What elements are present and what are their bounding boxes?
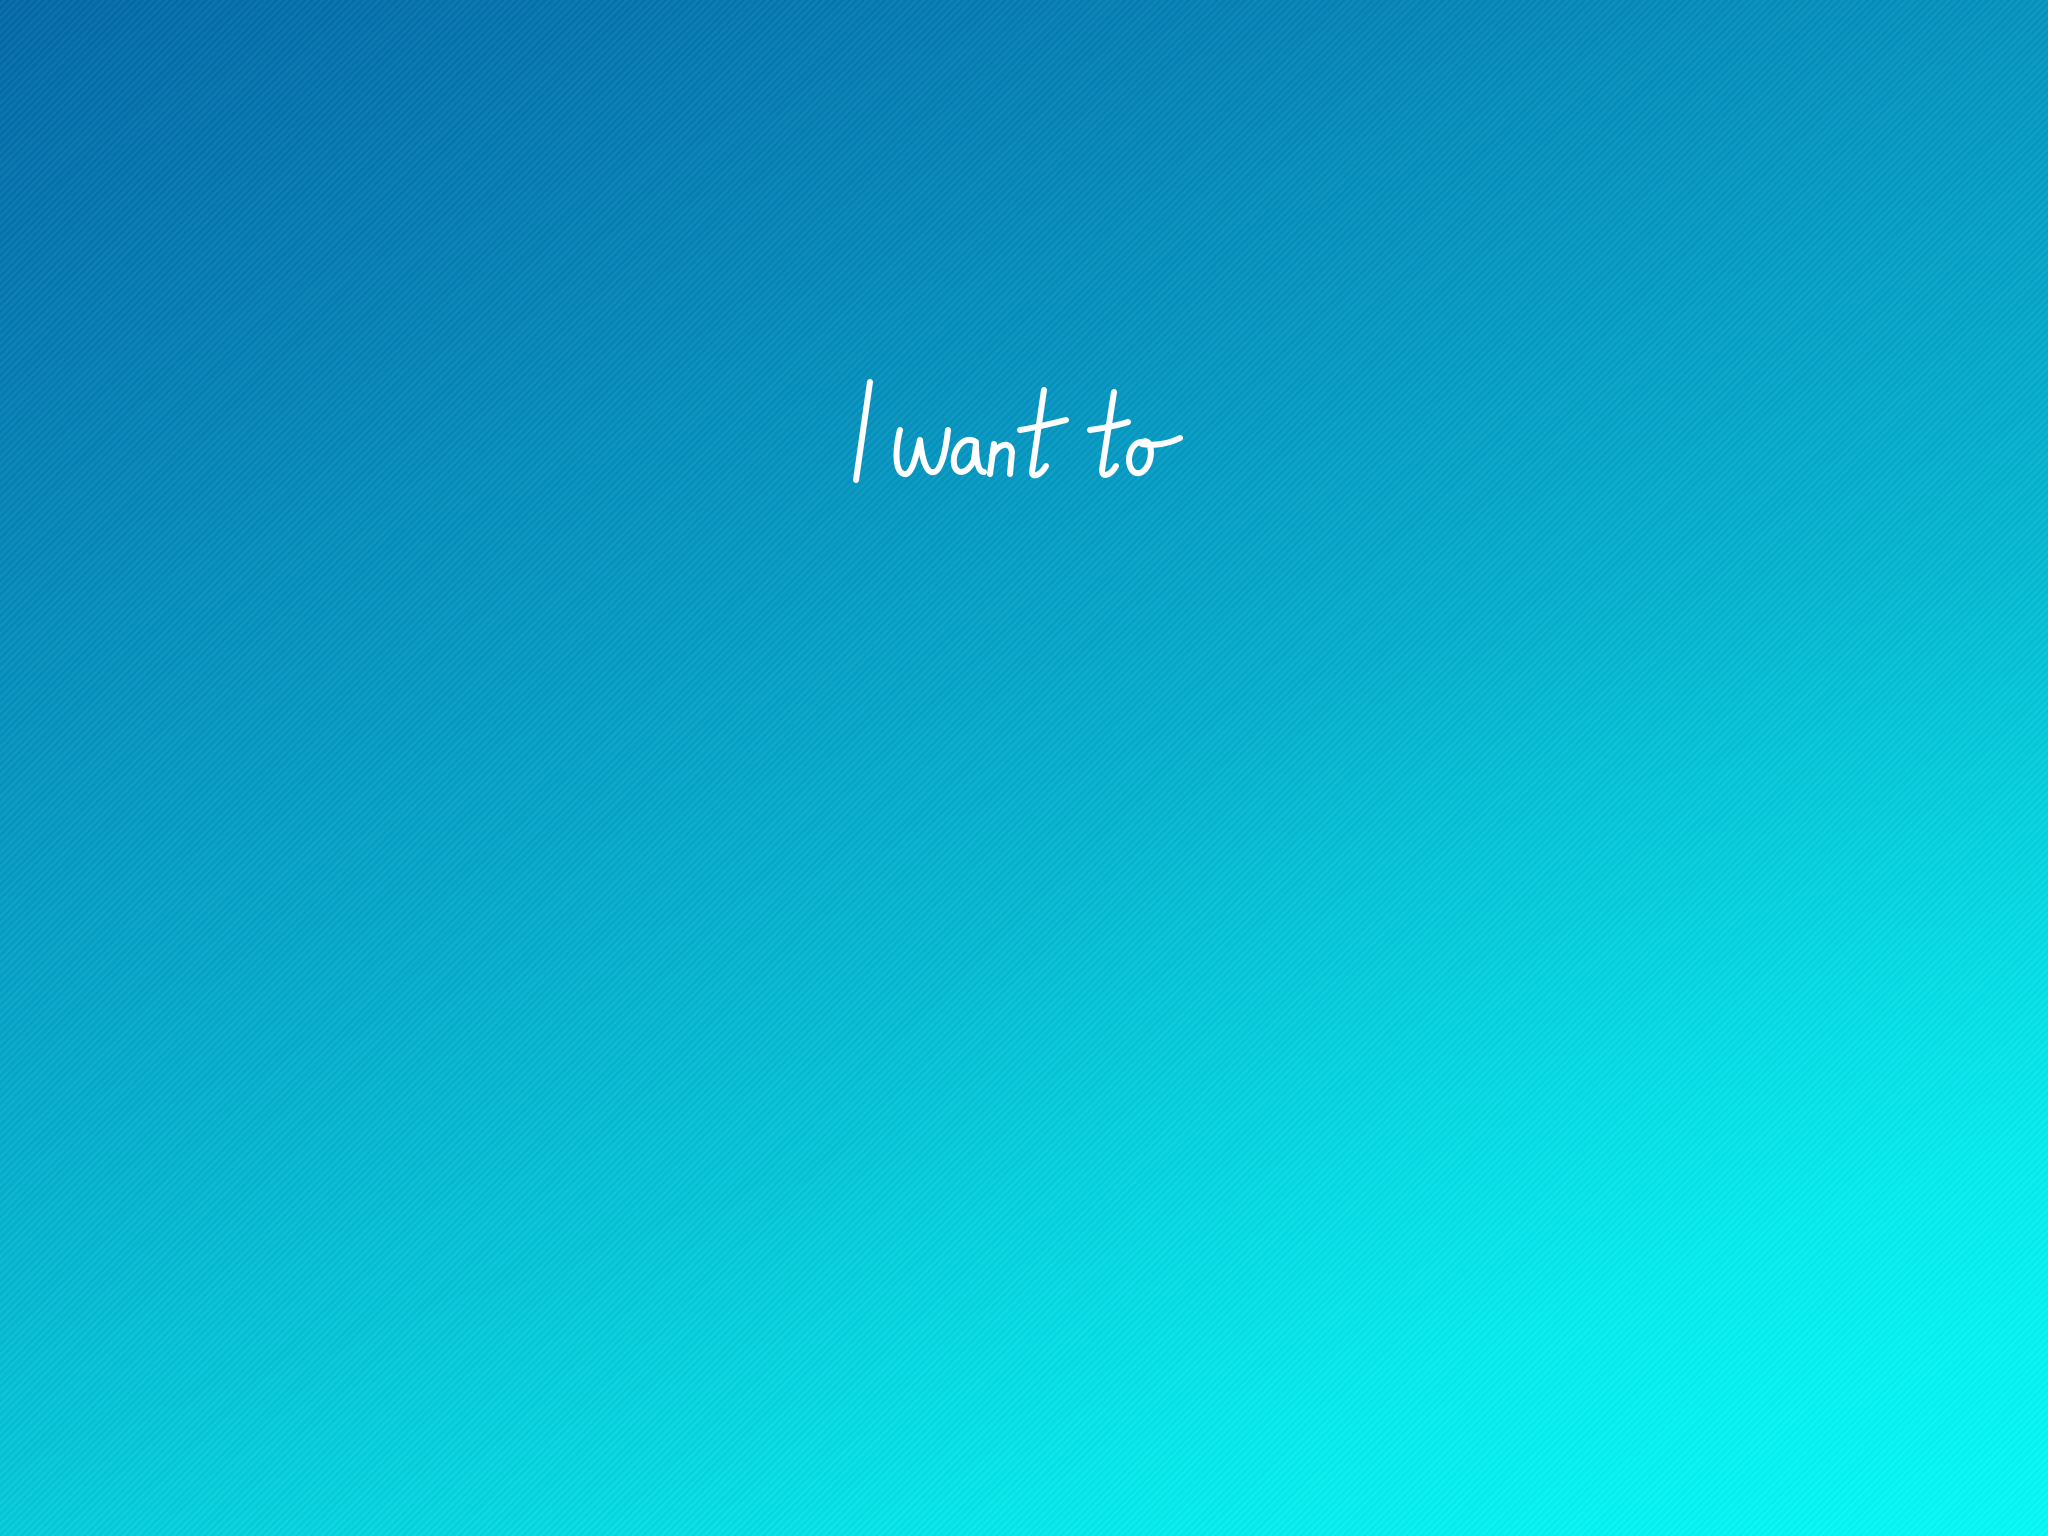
heading-container: I want to [0, 360, 2048, 490]
heading-text: I want to [1024, 490, 1025, 491]
heading-script-artwork [853, 379, 1183, 483]
corner-glow [0, 0, 2048, 1536]
diagonal-stripe-texture [0, 0, 2048, 1536]
welcome-screen: I want to [0, 0, 2048, 1536]
